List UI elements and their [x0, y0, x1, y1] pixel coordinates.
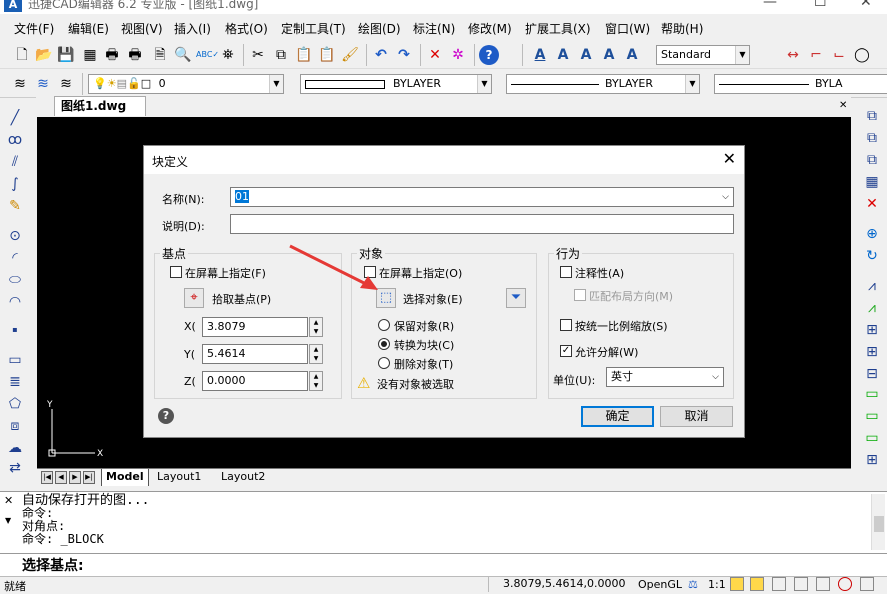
annotation-arrow	[289, 244, 378, 290]
